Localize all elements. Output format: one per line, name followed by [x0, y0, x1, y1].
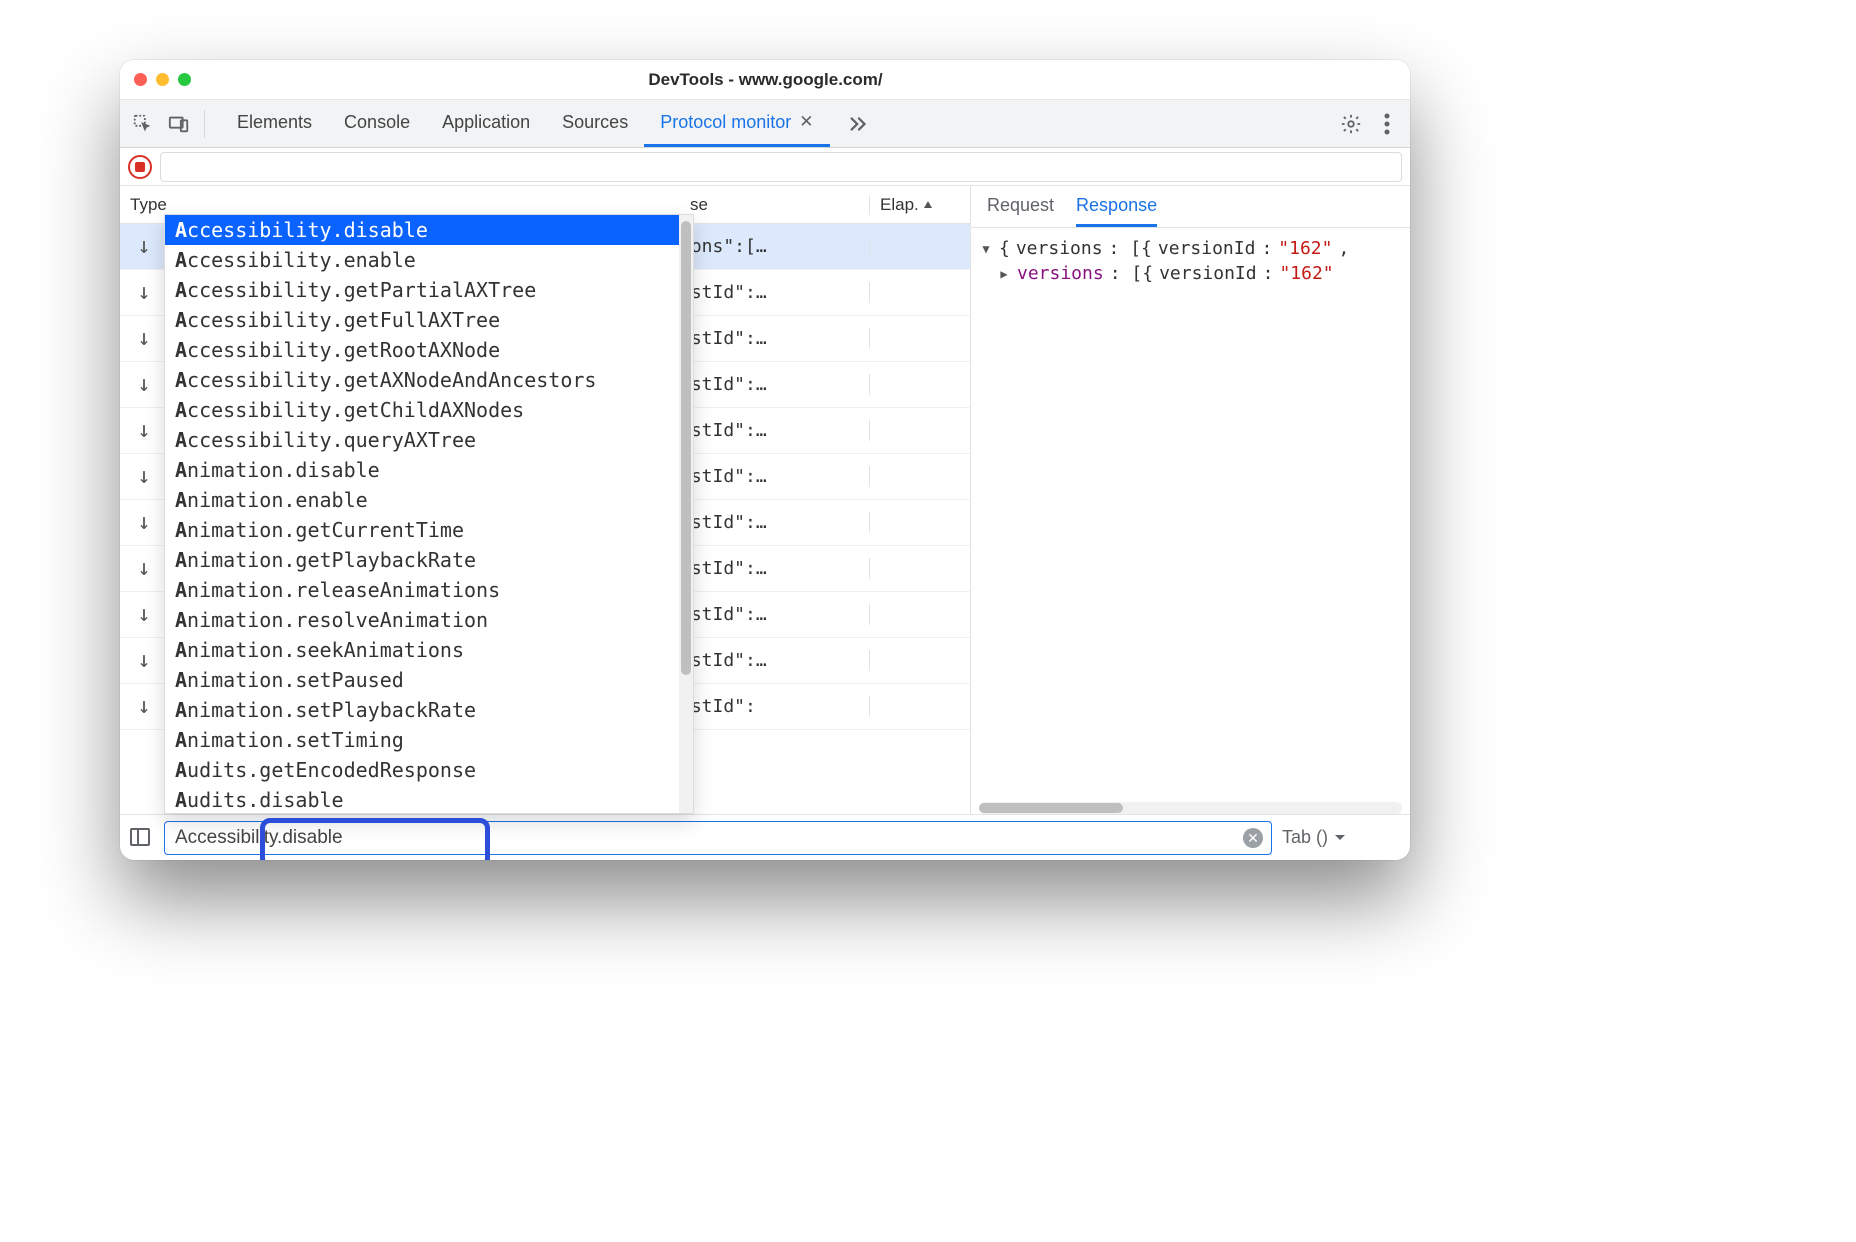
disclosure-closed-icon[interactable]: ▶	[997, 267, 1011, 281]
tab-application[interactable]: Application	[426, 100, 546, 147]
details-tab-response[interactable]: Response	[1076, 186, 1157, 227]
command-autocomplete: Accessibility.disableAccessibility.enabl…	[164, 214, 694, 814]
autocomplete-item[interactable]: Accessibility.getChildAXNodes	[165, 395, 679, 425]
record-button[interactable]	[128, 155, 152, 179]
device-toolbar-icon[interactable]	[166, 111, 192, 137]
response-cell: estId":…	[680, 650, 870, 671]
tree-root-line[interactable]: ▼ {versions: [{versionId: "162",	[979, 238, 1402, 259]
devtools-window: DevTools - www.google.com/ ElementsConso…	[120, 60, 1410, 860]
response-cell: estId":…	[680, 558, 870, 579]
tab-console[interactable]: Console	[328, 100, 426, 147]
divider	[204, 110, 205, 138]
command-input-wrap: ✕	[164, 821, 1272, 855]
details-panel: Request Response ▼ {versions: [{versionId…	[970, 186, 1410, 814]
response-cell: estId":…	[680, 374, 870, 395]
autocomplete-item[interactable]: Audits.disable	[165, 785, 679, 813]
autocomplete-item[interactable]: Animation.getCurrentTime	[165, 515, 679, 545]
autocomplete-item[interactable]: Accessibility.enable	[165, 245, 679, 275]
main-toolbar: ElementsConsoleApplicationSourcesProtoco…	[120, 100, 1410, 148]
message-sent-icon: ↓	[137, 510, 150, 535]
settings-icon[interactable]	[1338, 111, 1364, 137]
message-sent-icon: ↓	[137, 326, 150, 351]
chevron-down-icon	[1334, 832, 1346, 844]
autocomplete-item[interactable]: Accessibility.getFullAXTree	[165, 305, 679, 335]
more-tabs-icon[interactable]	[846, 111, 872, 137]
filter-row	[120, 148, 1410, 186]
autocomplete-item[interactable]: Animation.getPlaybackRate	[165, 545, 679, 575]
autocomplete-item[interactable]: Animation.setPaused	[165, 665, 679, 695]
tab-sources[interactable]: Sources	[546, 100, 644, 147]
response-cell: estId":…	[680, 282, 870, 303]
tab-elements[interactable]: Elements	[221, 100, 328, 147]
autocomplete-item[interactable]: Animation.releaseAnimations	[165, 575, 679, 605]
clear-input-icon[interactable]: ✕	[1243, 828, 1263, 848]
message-sent-icon: ↓	[137, 418, 150, 443]
drawer-toggle-icon[interactable]	[128, 825, 154, 851]
autocomplete-item[interactable]: Animation.setTiming	[165, 725, 679, 755]
titlebar: DevTools - www.google.com/	[120, 60, 1410, 100]
autocomplete-item[interactable]: Accessibility.queryAXTree	[165, 425, 679, 455]
autocomplete-scrollbar[interactable]	[679, 215, 693, 813]
message-sent-icon: ↓	[137, 280, 150, 305]
response-tree: ▼ {versions: [{versionId: "162", ▶ versi…	[971, 228, 1410, 796]
autocomplete-item[interactable]: Accessibility.disable	[165, 215, 679, 245]
tab-protocol-monitor[interactable]: Protocol monitor✕	[644, 100, 829, 147]
response-cell: estId":	[680, 696, 870, 717]
response-cell: estId":…	[680, 512, 870, 533]
panel-tabs: ElementsConsoleApplicationSourcesProtoco…	[221, 100, 830, 147]
message-grid: Type se Elap. ↓ ions":[… ↓ estId":… ↓ estId":…	[120, 186, 970, 814]
response-cell: estId":…	[680, 420, 870, 441]
response-cell: ions":[…	[680, 236, 870, 257]
col-response[interactable]: se	[680, 195, 870, 215]
details-tabs: Request Response	[971, 186, 1410, 228]
panel-body: Type se Elap. ↓ ions":[… ↓ estId":… ↓ estId":…	[120, 186, 1410, 814]
window-title: DevTools - www.google.com/	[135, 70, 1396, 90]
footer: ✕ Tab ()	[120, 814, 1410, 860]
message-sent-icon: ↓	[137, 556, 150, 581]
inspect-icon[interactable]	[130, 111, 156, 137]
close-tab-icon[interactable]: ✕	[799, 112, 813, 132]
autocomplete-item[interactable]: Accessibility.getPartialAXTree	[165, 275, 679, 305]
details-h-scrollbar[interactable]	[979, 802, 1402, 814]
autocomplete-item[interactable]: Accessibility.getRootAXNode	[165, 335, 679, 365]
command-input[interactable]	[173, 826, 1235, 850]
response-cell: estId":…	[680, 604, 870, 625]
sort-asc-icon	[923, 200, 933, 210]
autocomplete-item[interactable]: Audits.getEncodedResponse	[165, 755, 679, 785]
message-sent-icon: ↓	[137, 648, 150, 673]
col-type[interactable]: Type	[120, 195, 168, 215]
message-sent-icon: ↓	[137, 464, 150, 489]
kebab-menu-icon[interactable]	[1374, 111, 1400, 137]
tree-child-line[interactable]: ▶ versions: [{versionId: "162"	[979, 263, 1402, 284]
message-sent-icon: ↓	[137, 234, 150, 259]
col-elapsed[interactable]: Elap.	[870, 195, 970, 215]
autocomplete-item[interactable]: Animation.disable	[165, 455, 679, 485]
message-sent-icon: ↓	[137, 694, 150, 719]
details-tab-request[interactable]: Request	[987, 186, 1054, 227]
autocomplete-item[interactable]: Accessibility.getAXNodeAndAncestors	[165, 365, 679, 395]
response-cell: estId":…	[680, 328, 870, 349]
filter-input[interactable]	[160, 152, 1402, 182]
response-cell: estId":…	[680, 466, 870, 487]
autocomplete-item[interactable]: Animation.resolveAnimation	[165, 605, 679, 635]
message-sent-icon: ↓	[137, 602, 150, 627]
disclosure-open-icon[interactable]: ▼	[979, 242, 993, 256]
message-sent-icon: ↓	[137, 372, 150, 397]
autocomplete-item[interactable]: Animation.seekAnimations	[165, 635, 679, 665]
autocomplete-item[interactable]: Animation.setPlaybackRate	[165, 695, 679, 725]
autocomplete-item[interactable]: Animation.enable	[165, 485, 679, 515]
footer-hint[interactable]: Tab ()	[1282, 827, 1402, 848]
